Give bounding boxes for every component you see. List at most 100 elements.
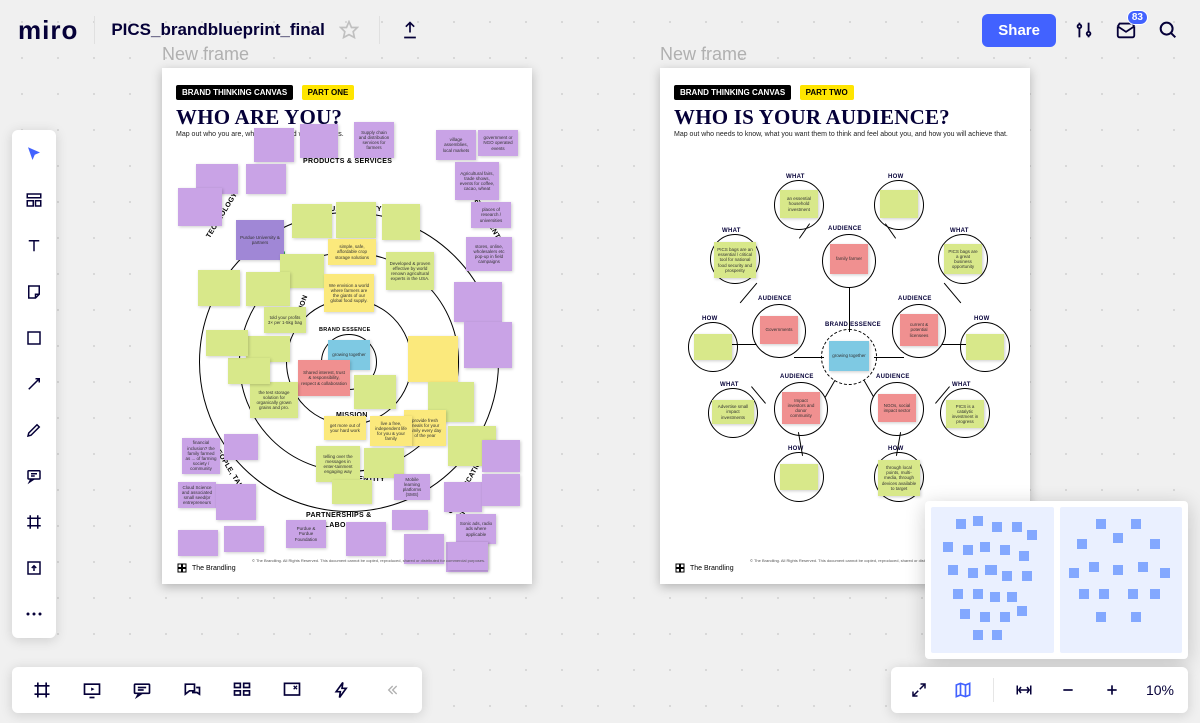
- note[interactable]: village assemblies, local markets: [436, 130, 476, 160]
- settings-icon[interactable]: [1070, 16, 1098, 44]
- note[interactable]: Developed & proven effective by world re…: [386, 252, 434, 290]
- cards-icon[interactable]: [228, 676, 256, 704]
- note-aud[interactable]: Impact investors and donor community: [782, 392, 820, 424]
- note[interactable]: [354, 375, 396, 409]
- note-center[interactable]: growing together: [829, 341, 869, 371]
- frame-tool-icon[interactable]: [20, 508, 48, 536]
- board-title[interactable]: PICS_brandblueprint_final: [111, 20, 324, 40]
- note[interactable]: [780, 464, 818, 490]
- cursor-tool-icon[interactable]: [20, 140, 48, 168]
- screenshare-icon[interactable]: [278, 676, 306, 704]
- zoom-level[interactable]: 10%: [1142, 682, 1174, 698]
- note[interactable]: Cloud Science and associated small seed/…: [178, 482, 216, 508]
- note[interactable]: [392, 510, 428, 530]
- note[interactable]: [880, 190, 918, 218]
- note-aud[interactable]: NGOs, social impact sector: [878, 394, 916, 422]
- frame-1[interactable]: BRAND THINKING CANVAS PART ONE WHO ARE Y…: [162, 68, 532, 584]
- note[interactable]: [224, 526, 264, 552]
- shape-tool-icon[interactable]: [20, 324, 48, 352]
- pen-tool-icon[interactable]: [20, 416, 48, 444]
- note[interactable]: [408, 336, 458, 382]
- note[interactable]: [336, 202, 376, 238]
- search-icon[interactable]: [1154, 16, 1182, 44]
- more-tools-icon[interactable]: [20, 600, 48, 628]
- note[interactable]: through local points, multi-media, throu…: [878, 460, 920, 496]
- export-icon[interactable]: [396, 16, 424, 44]
- note[interactable]: We envision a world where farmers are th…: [324, 274, 374, 312]
- note[interactable]: places of research / universities: [471, 202, 511, 228]
- note[interactable]: PICS bags are a great business opportuni…: [944, 244, 982, 274]
- sticky-note-icon[interactable]: [20, 278, 48, 306]
- text-tool-icon[interactable]: [20, 232, 48, 260]
- line-tool-icon[interactable]: [20, 370, 48, 398]
- note[interactable]: [178, 188, 222, 226]
- note[interactable]: Agricultural fairs, trade shows, events …: [455, 162, 499, 200]
- note[interactable]: [346, 522, 386, 556]
- comments-icon[interactable]: [128, 676, 156, 704]
- note[interactable]: [206, 330, 248, 356]
- upload-tool-icon[interactable]: [20, 554, 48, 582]
- activity-icon[interactable]: [328, 676, 356, 704]
- note[interactable]: Sonic ads, radio ads where applicable: [456, 514, 496, 544]
- minimap[interactable]: [925, 501, 1188, 659]
- note[interactable]: [198, 270, 240, 306]
- note[interactable]: Mobile learning platforms (SMS): [394, 474, 430, 500]
- note[interactable]: PICS bags are an essential / critical to…: [714, 242, 756, 278]
- note[interactable]: [694, 334, 732, 360]
- note[interactable]: an essential household investment: [780, 190, 818, 218]
- note[interactable]: Purdue & Purdue Foundation: [286, 520, 326, 548]
- note[interactable]: [228, 358, 270, 384]
- note[interactable]: told your profits 3× per 1-5kg bag: [264, 307, 306, 333]
- note[interactable]: Shared interest, trust & responsibility,…: [298, 360, 350, 396]
- frames-panel-icon[interactable]: [28, 676, 56, 704]
- note[interactable]: [482, 440, 520, 472]
- note[interactable]: Supply chain and distribution services f…: [354, 122, 394, 158]
- note[interactable]: [300, 124, 338, 158]
- note-aud[interactable]: family farmer: [830, 244, 868, 274]
- note-aud[interactable]: current & potential licensees: [900, 314, 938, 346]
- note[interactable]: [382, 204, 420, 240]
- miro-logo[interactable]: miro: [18, 15, 78, 46]
- note[interactable]: [448, 542, 488, 570]
- note[interactable]: Purdue University & partners: [236, 220, 284, 260]
- fit-icon[interactable]: [1010, 676, 1038, 704]
- note[interactable]: [246, 164, 286, 194]
- comment-tool-icon[interactable]: [20, 462, 48, 490]
- note[interactable]: [482, 474, 520, 506]
- zoom-out-icon[interactable]: [1054, 676, 1082, 704]
- note[interactable]: [966, 334, 1004, 360]
- note[interactable]: PICS is a catalytic investment in progre…: [946, 400, 984, 428]
- zoom-in-icon[interactable]: [1098, 676, 1126, 704]
- present-icon[interactable]: [78, 676, 106, 704]
- note[interactable]: get more out of your hard work: [324, 416, 366, 440]
- note[interactable]: telling over the messages in enter-tainm…: [316, 446, 360, 482]
- note[interactable]: stores, online, wholesalers etc pop-up i…: [466, 237, 512, 271]
- note[interactable]: live a free, independent life for you & …: [370, 416, 412, 446]
- note[interactable]: [464, 322, 512, 368]
- note[interactable]: [246, 272, 290, 306]
- note[interactable]: government or NGO operated events: [478, 130, 518, 156]
- note[interactable]: Advertise small impact investments: [712, 400, 754, 424]
- note[interactable]: the test storage solution for organicall…: [250, 382, 298, 418]
- note-aud[interactable]: Governments: [760, 316, 798, 344]
- frame-label-1[interactable]: New frame: [162, 44, 249, 65]
- note[interactable]: [224, 434, 258, 460]
- templates-icon[interactable]: [20, 186, 48, 214]
- minimap-toggle-icon[interactable]: [949, 676, 977, 704]
- note[interactable]: [444, 482, 482, 512]
- fullscreen-icon[interactable]: [905, 676, 933, 704]
- star-icon[interactable]: [335, 16, 363, 44]
- note[interactable]: [292, 204, 332, 238]
- chat-icon[interactable]: [178, 676, 206, 704]
- note[interactable]: simple, safe, affordable crop storage so…: [328, 239, 376, 265]
- note[interactable]: [332, 480, 372, 504]
- note[interactable]: [216, 484, 256, 520]
- note[interactable]: [178, 530, 218, 556]
- note[interactable]: financial inclusion? the family farmed a…: [182, 438, 220, 474]
- note[interactable]: [254, 128, 294, 162]
- inbox-icon[interactable]: 83: [1112, 16, 1140, 44]
- frame-label-2[interactable]: New frame: [660, 44, 747, 65]
- share-button[interactable]: Share: [982, 14, 1056, 47]
- note[interactable]: [454, 282, 502, 322]
- collapse-icon[interactable]: [378, 676, 406, 704]
